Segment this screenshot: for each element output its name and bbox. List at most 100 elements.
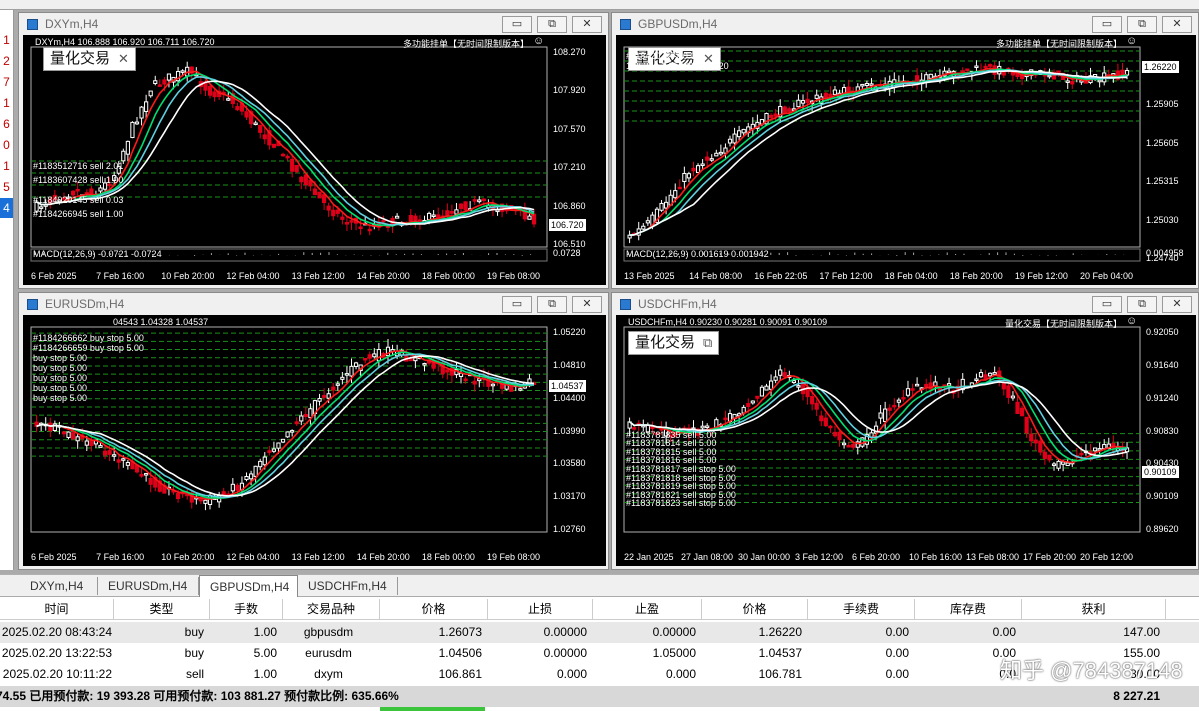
titlebar[interactable]: EURUSDm,H4 ▭ ⧉ ✕: [19, 293, 608, 315]
candle-body: [805, 98, 810, 104]
column-header[interactable]: 获利: [1022, 599, 1166, 620]
candle-body: [326, 393, 331, 399]
order-label: #1183781823 sell stop 5.00: [626, 498, 736, 509]
x-axis-label: 18 Feb 00:00: [421, 271, 475, 281]
titlebar[interactable]: DXYm,H4 ▭ ⧉ ✕: [19, 13, 608, 35]
candle-body: [75, 188, 80, 192]
trade-cell: 0.00000: [543, 625, 587, 639]
price-chart[interactable]: DXYm,H4 106.888 106.920 106.711 106.720 多…: [23, 35, 606, 285]
y-axis-label: 0.90109: [1146, 491, 1179, 502]
titlebar[interactable]: USDCHFm,H4 ▭ ⧉ ✕: [612, 293, 1198, 315]
candle-body: [102, 450, 108, 456]
candle-body: [235, 484, 240, 491]
candle-body: [203, 499, 208, 504]
maximize-button[interactable]: ⧉: [537, 16, 567, 33]
y-axis-label: 1.02760: [553, 524, 586, 534]
chart-window-gbpusdm[interactable]: GBPUSDm,H4 ▭ ⧉ ✕ 多功能挂单【无时间限制版本】 ☺ 量化交易 ✕ #11…: [611, 12, 1199, 289]
minimize-button[interactable]: ▭: [502, 296, 532, 313]
ea-ribbon: 多功能挂单【无时间限制版本】: [995, 39, 1122, 49]
close-button[interactable]: ✕: [1162, 16, 1192, 33]
candle-body: [965, 68, 970, 71]
moving-average-line: [629, 69, 1128, 236]
column-header[interactable]: 止损: [488, 599, 593, 620]
column-header[interactable]: 交易品种: [283, 599, 380, 620]
x-axis-label: 13 Feb 2025: [624, 271, 675, 281]
chart-ohlc-header: 04543 1.04328 1.04537: [113, 317, 209, 327]
minimize-button[interactable]: ▭: [502, 16, 532, 33]
minimize-button[interactable]: ▭: [1092, 296, 1122, 313]
candle-body: [988, 64, 993, 67]
candle-body: [1038, 440, 1043, 453]
x-axis-label: 7 Feb 16:00: [96, 271, 145, 281]
candle-body: [472, 380, 477, 385]
trade-cell: buy: [184, 625, 204, 639]
candle-body: [326, 205, 331, 211]
close-button[interactable]: ✕: [572, 296, 602, 313]
current-price-box: 0.90109: [1142, 466, 1179, 479]
candle-body: [718, 151, 723, 155]
trade-cell: 0.000: [665, 667, 696, 681]
maximize-button[interactable]: ⧉: [1127, 296, 1157, 313]
quant-trade-label[interactable]: 量化交易 ⧉: [628, 331, 720, 355]
quant-trade-label-text: 量化交易: [635, 334, 696, 351]
tab-gbpusdm-h4[interactable]: GBPUSDm,H4: [199, 575, 298, 597]
candle-body: [768, 114, 774, 119]
candle-body: [645, 220, 650, 224]
y-axis-label: 1.03990: [553, 425, 586, 436]
close-icon[interactable]: ⧉: [703, 335, 712, 350]
menu-strip: [0, 0, 1199, 10]
candle-body: [413, 357, 418, 362]
quant-trade-label[interactable]: 量化交易 ✕: [43, 47, 136, 71]
column-header[interactable]: 手数: [210, 599, 283, 620]
y-axis-label: 0.92050: [1146, 327, 1179, 337]
price-chart[interactable]: 多功能挂单【无时间限制版本】 ☺ 量化交易 ✕ #1184207277 0.00 1.26…: [616, 35, 1196, 285]
close-button[interactable]: ✕: [1162, 296, 1192, 313]
candle-body: [851, 443, 856, 448]
x-axis-label: 14 Feb 20:00: [356, 552, 410, 562]
x-axis-label: 19 Feb 08:00: [487, 552, 541, 562]
current-price-box: 106.720: [549, 219, 586, 231]
candle-body: [89, 440, 94, 446]
order-label: buy stop 5.00: [33, 353, 88, 363]
trade-row[interactable]: 2025.02.20 08:43:24 buy 1.00 gbpusdm 1.26073…: [0, 622, 1199, 643]
candle-body: [285, 431, 290, 438]
candle-body: [778, 369, 783, 376]
candle-body: [121, 150, 126, 162]
chart-window-eurusdm[interactable]: EURUSDm,H4 ▭ ⧉ ✕ 04543 1.04328 1.04537 #1…: [18, 292, 609, 570]
x-axis-label: 14 Feb 08:00: [689, 271, 743, 281]
moving-average-line: [629, 70, 1128, 236]
close-icon[interactable]: ✕: [118, 51, 129, 66]
moving-average-line: [629, 68, 1128, 236]
trade-cell: 0.00: [992, 625, 1016, 639]
candle-body: [258, 460, 263, 468]
candle-body: [317, 191, 322, 199]
column-header[interactable]: 价格: [702, 599, 808, 620]
column-header[interactable]: 库存费: [915, 599, 1022, 620]
tab-eurusdm-h4[interactable]: EURUSDm,H4: [98, 577, 199, 595]
price-chart[interactable]: 04543 1.04328 1.04537 #1184266662 buy sto…: [23, 315, 606, 566]
tab-usdchfm-h4[interactable]: USDCHFm,H4: [298, 577, 398, 595]
x-axis-label: 12 Feb 04:00: [226, 271, 280, 281]
column-header[interactable]: 手续费: [808, 599, 915, 620]
chart-window-dxym[interactable]: DXYm,H4 ▭ ⧉ ✕ DXYm,H4 106.888 106.920 10…: [18, 12, 609, 289]
minimize-button[interactable]: ▭: [1092, 16, 1122, 33]
maximize-button[interactable]: ⧉: [1127, 16, 1157, 33]
y-axis-label: 0.90830: [1146, 425, 1179, 436]
close-button[interactable]: ✕: [572, 16, 602, 33]
maximize-button[interactable]: ⧉: [537, 296, 567, 313]
x-axis-label: 13 Feb 12:00: [291, 552, 345, 562]
chart-window-usdchfm[interactable]: USDCHFm,H4 ▭ ⧉ ✕ USDCHFm,H4 0.90230 0.90…: [611, 292, 1199, 570]
column-header[interactable]: 时间: [0, 599, 114, 620]
candle-body: [363, 357, 368, 361]
titlebar[interactable]: GBPUSDm,H4 ▭ ⧉ ✕: [612, 13, 1198, 35]
candle-body: [230, 483, 235, 492]
price-chart[interactable]: USDCHFm,H4 0.90230 0.90281 0.90091 0.901…: [616, 315, 1196, 566]
column-header[interactable]: 价格: [380, 599, 488, 620]
candlestick-plot: [30, 46, 548, 262]
column-header[interactable]: 止盈: [593, 599, 702, 620]
tab-dxym-h4[interactable]: DXYm,H4: [20, 577, 98, 595]
candle-body: [800, 100, 806, 104]
left-price-strip: 1 2 7 1 6 0 1 5 4: [0, 10, 14, 570]
column-header[interactable]: 类型: [114, 599, 210, 620]
candle-body: [66, 431, 71, 438]
